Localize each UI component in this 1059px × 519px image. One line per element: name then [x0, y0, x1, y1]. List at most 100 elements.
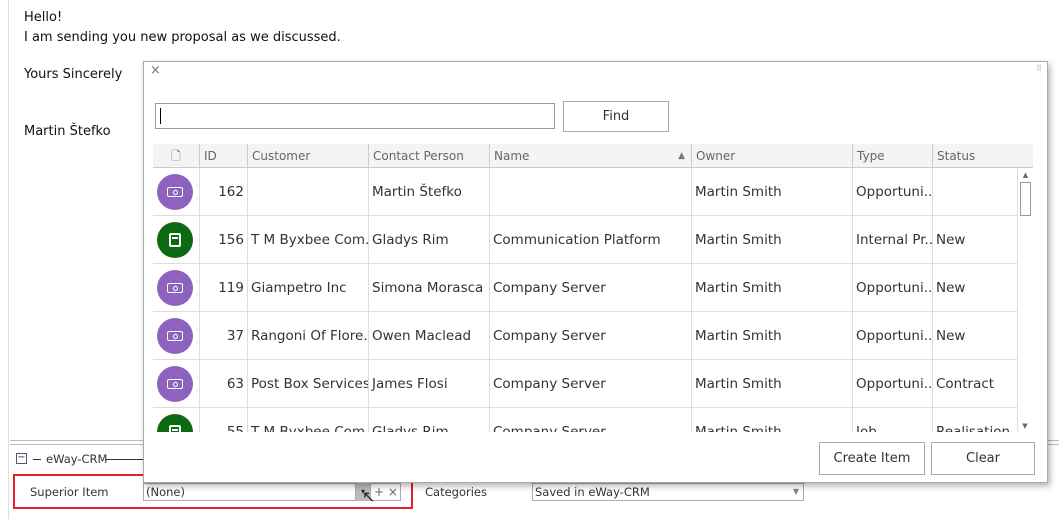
vertical-scrollbar[interactable]: ▲ ▼ [1017, 168, 1033, 432]
divider [106, 459, 146, 460]
collapse-icon[interactable]: − [16, 453, 27, 464]
cell-name: Communication Platform [489, 216, 691, 264]
clear-icon[interactable]: × [388, 485, 398, 499]
column-header-customer[interactable]: Customer [247, 144, 368, 168]
cell-status [932, 168, 1017, 216]
cell-type: Internal Pr... [852, 216, 932, 264]
mouse-cursor-icon: ↖ [362, 487, 376, 506]
scroll-thumb[interactable] [1020, 182, 1031, 216]
table-row[interactable]: 55 T M Byxbee Com... Gladys Rim Company Ser… [153, 408, 1017, 432]
cell-id: 119 [199, 264, 247, 312]
cell-owner: Martin Smith [691, 408, 852, 432]
categories-select[interactable]: Saved in eWay-CRM ▼ [532, 483, 804, 501]
cell-owner: Martin Smith [691, 312, 852, 360]
superior-item-input[interactable]: (None) [143, 483, 356, 501]
column-header-owner[interactable]: Owner [691, 144, 852, 168]
cell-id: 63 [199, 360, 247, 408]
type-icon-cell [153, 168, 199, 216]
cell-contact-person: Gladys Rim [368, 408, 489, 432]
cell-contact-person: Simona Morasca [368, 264, 489, 312]
item-picker-popup: × ⠿ Find 🗋 ID Customer Contact Person Na… [143, 61, 1048, 483]
cell-status: New [932, 216, 1017, 264]
type-icon-cell [153, 216, 199, 264]
sort-ascending-icon: ▲ [678, 151, 685, 161]
table-row[interactable]: 63Post Box Services...James FlosiCompany… [153, 360, 1017, 408]
add-icon[interactable]: + [374, 485, 384, 499]
cell-status: New [932, 312, 1017, 360]
cell-id: 37 [199, 312, 247, 360]
search-input[interactable] [155, 103, 555, 129]
opportunity-icon [157, 270, 193, 306]
close-icon[interactable]: × [150, 63, 161, 78]
opportunity-icon [157, 174, 193, 210]
cell-status: Realisation [932, 408, 1017, 432]
cell-owner: Martin Smith [691, 168, 852, 216]
left-border [8, 0, 9, 519]
find-button[interactable]: Find [563, 101, 669, 132]
items-grid: 🗋 ID Customer Contact Person Name ▲ Owner… [153, 144, 1033, 432]
divider [33, 459, 41, 460]
email-signature: Martin Štefko [24, 124, 111, 139]
table-row[interactable]: 162 Martin Štefko Martin Smith Opportuni... [153, 168, 1017, 216]
cell-name: Company Server [489, 312, 691, 360]
column-header-type[interactable]: Type [852, 144, 932, 168]
column-header-contact[interactable]: Contact Person [368, 144, 489, 168]
scroll-down-icon[interactable]: ▼ [1018, 422, 1032, 430]
cell-type: Opportuni... [852, 360, 932, 408]
project-icon [157, 414, 193, 432]
cell-contact-person: Martin Štefko [368, 168, 489, 216]
cell-type: Opportuni... [852, 312, 932, 360]
cell-customer [247, 168, 368, 216]
cell-contact-person: Gladys Rim [368, 216, 489, 264]
document-icon[interactable]: 🗋 [153, 144, 199, 168]
email-greeting: Hello! [24, 10, 63, 25]
column-header-name[interactable]: Name ▲ [489, 144, 691, 168]
cell-type: Opportuni... [852, 168, 932, 216]
cell-name: Company Server [489, 408, 691, 432]
type-icon-cell [153, 312, 199, 360]
cell-owner: Martin Smith [691, 360, 852, 408]
cell-name: Company Server [489, 360, 691, 408]
cell-customer: T M Byxbee Com... [247, 408, 368, 432]
column-header-status[interactable]: Status [932, 144, 1017, 168]
cell-name: Company Server [489, 264, 691, 312]
cell-status: New [932, 264, 1017, 312]
cell-id: 55 [199, 408, 247, 432]
type-icon-cell [153, 360, 199, 408]
categories-label: Categories [425, 485, 487, 499]
superior-item-label: Superior Item [30, 485, 109, 499]
table-row[interactable]: 37 Rangoni Of Flore... Owen Maclead Company… [153, 312, 1017, 360]
cell-id: 162 [199, 168, 247, 216]
cell-customer: T M Byxbee Com... [247, 216, 368, 264]
categories-value: Saved in eWay-CRM [535, 485, 650, 499]
cell-contact-person: James Flosi [368, 360, 489, 408]
resize-grip-icon[interactable]: ⠿ [1036, 64, 1042, 73]
cell-type: Opportuni... [852, 264, 932, 312]
column-header-id[interactable]: ID [199, 144, 247, 168]
cell-type: Job [852, 408, 932, 432]
type-icon-cell [153, 264, 199, 312]
cell-name [489, 168, 691, 216]
cell-customer: Rangoni Of Flore... [247, 312, 368, 360]
email-line: I am sending you new proposal as we disc… [24, 30, 341, 45]
cell-owner: Martin Smith [691, 264, 852, 312]
table-row[interactable]: 119 Giampetro Inc Simona Morasca Company Se… [153, 264, 1017, 312]
email-closing: Yours Sincerely [24, 67, 123, 82]
create-item-button[interactable]: Create Item [819, 442, 925, 475]
opportunity-icon [157, 366, 193, 402]
table-row[interactable]: 156 T M Byxbee Com... Gladys Rim Communicat… [153, 216, 1017, 264]
cell-owner: Martin Smith [691, 216, 852, 264]
cell-customer: Giampetro Inc [247, 264, 368, 312]
chevron-down-icon: ▼ [792, 487, 799, 496]
column-name-label: Name [494, 149, 530, 163]
text-caret [160, 108, 161, 124]
clear-button[interactable]: Clear [931, 442, 1035, 475]
scroll-up-icon[interactable]: ▲ [1018, 171, 1033, 179]
cell-id: 156 [199, 216, 247, 264]
type-icon-cell [153, 408, 199, 432]
grid-header: 🗋 ID Customer Contact Person Name ▲ Owner… [153, 144, 1033, 168]
section-label: eWay-CRM [46, 452, 108, 466]
opportunity-icon [157, 318, 193, 354]
project-icon [157, 222, 193, 258]
cell-status: Contract [932, 360, 1017, 408]
